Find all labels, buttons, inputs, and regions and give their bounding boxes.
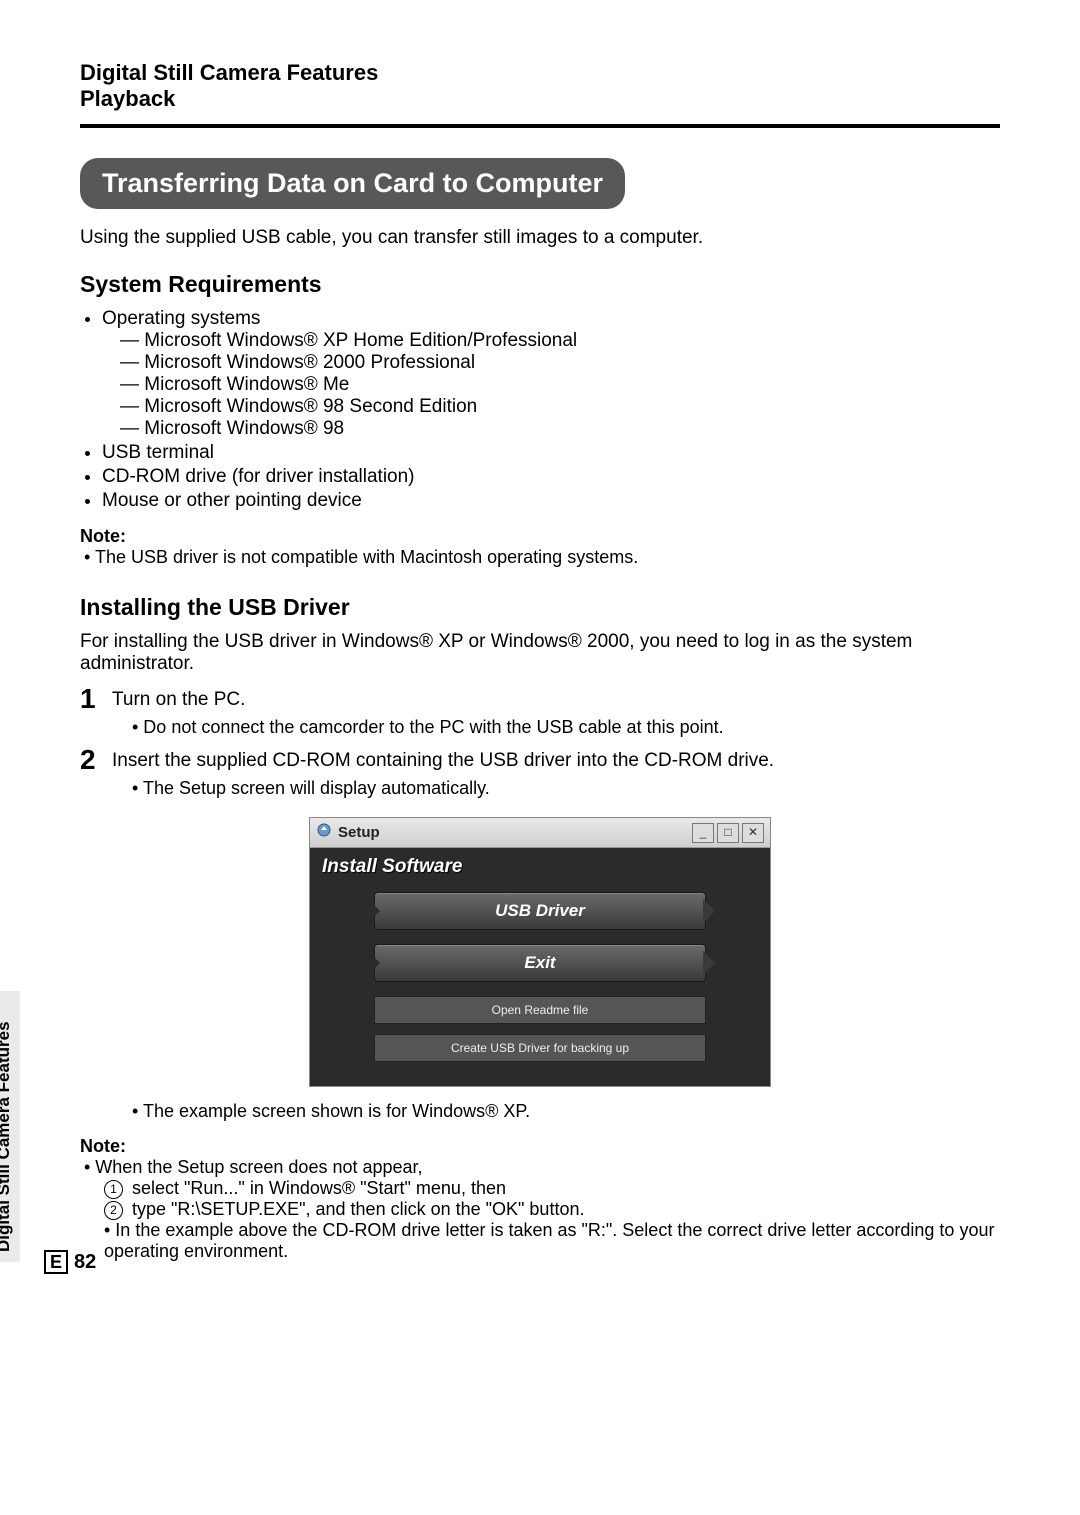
example-note: • The example screen shown is for Window… xyxy=(132,1101,1000,1122)
os-item: — Microsoft Windows® 2000 Professional xyxy=(120,352,1000,374)
step-text: Turn on the PC. xyxy=(112,685,1000,711)
page-header: Digital Still Camera Features Playback xyxy=(80,60,1000,112)
header-rule xyxy=(80,124,1000,128)
sysreq-heading: System Requirements xyxy=(80,271,1000,298)
note-line: • When the Setup screen does not appear, xyxy=(84,1157,1000,1178)
open-readme-button[interactable]: Open Readme file xyxy=(374,996,706,1024)
side-tab: Digital Still Camera Features xyxy=(0,991,20,1262)
note-label: Note: xyxy=(80,526,1000,547)
step-1: 1 Turn on the PC. xyxy=(80,685,1000,713)
intro-paragraph: Using the supplied USB cable, you can tr… xyxy=(80,227,1000,249)
note-text: • The USB driver is not compatible with … xyxy=(84,547,1000,568)
usb-driver-button[interactable]: USB Driver xyxy=(374,892,706,930)
page-num-value: 82 xyxy=(74,1251,96,1274)
header-line2: Playback xyxy=(80,86,1000,112)
step-2: 2 Insert the supplied CD-ROM containing … xyxy=(80,746,1000,774)
close-button[interactable]: ✕ xyxy=(742,823,764,843)
circled-2-icon: 2 xyxy=(104,1201,123,1220)
install-heading: Installing the USB Driver xyxy=(80,594,1000,621)
header-line1: Digital Still Camera Features xyxy=(80,60,1000,86)
install-software-label: Install Software xyxy=(310,848,770,892)
step-number: 1 xyxy=(80,685,112,713)
minimize-button[interactable]: _ xyxy=(692,823,714,843)
sysreq-item: Mouse or other pointing device xyxy=(102,490,1000,512)
note-label-2: Note: xyxy=(80,1136,1000,1157)
os-item: — Microsoft Windows® Me xyxy=(120,374,1000,396)
os-item: — Microsoft Windows® 98 Second Edition xyxy=(120,396,1000,418)
exit-button[interactable]: Exit xyxy=(374,944,706,982)
setup-icon xyxy=(316,822,332,843)
sysreq-item: USB terminal xyxy=(102,442,1000,464)
maximize-button[interactable]: □ xyxy=(717,823,739,843)
step-text: Insert the supplied CD-ROM containing th… xyxy=(112,746,1000,772)
note-line-circ-2: 2 type "R:\SETUP.EXE", and then click on… xyxy=(104,1199,1000,1220)
sysreq-item: CD-ROM drive (for driver installation) xyxy=(102,466,1000,488)
step-sub: • Do not connect the camcorder to the PC… xyxy=(132,717,1000,738)
step-number: 2 xyxy=(80,746,112,774)
window-title: Setup xyxy=(338,824,380,841)
os-item: — Microsoft Windows® XP Home Edition/Pro… xyxy=(120,330,1000,352)
os-item: — Microsoft Windows® 98 xyxy=(120,418,1000,440)
step-sub: • The Setup screen will display automati… xyxy=(132,778,1000,799)
create-backup-driver-button[interactable]: Create USB Driver for backing up xyxy=(374,1034,706,1062)
page-number: E 82 xyxy=(44,1250,96,1274)
titlebar: Setup _ □ ✕ xyxy=(310,818,770,848)
sysreq-os: Operating systems — Microsoft Windows® X… xyxy=(102,308,1000,440)
section-title: Transferring Data on Card to Computer xyxy=(80,158,625,209)
install-intro: For installing the USB driver in Windows… xyxy=(80,631,1000,675)
os-label: Operating systems xyxy=(102,308,260,329)
page-letter: E xyxy=(44,1250,68,1274)
setup-window: Setup _ □ ✕ Install Software USB Driver … xyxy=(309,817,771,1087)
sysreq-list: Operating systems — Microsoft Windows® X… xyxy=(102,308,1000,512)
circled-1-icon: 1 xyxy=(104,1180,123,1199)
note-line-circ-1: 1 select "Run..." in Windows® "Start" me… xyxy=(104,1178,1000,1199)
note-line: • In the example above the CD-ROM drive … xyxy=(104,1220,1000,1262)
